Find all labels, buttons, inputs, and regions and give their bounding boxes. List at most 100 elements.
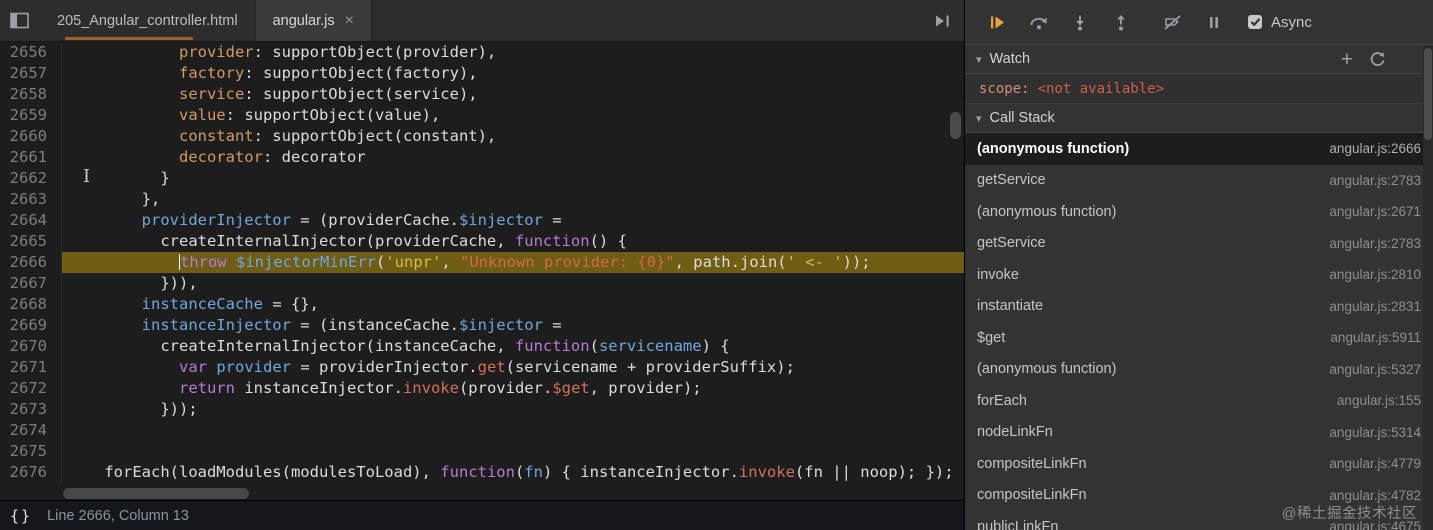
close-tab-icon[interactable]: × [345, 12, 354, 29]
pretty-print-button[interactable]: {} [10, 507, 32, 525]
code-line[interactable]: 2672 return instanceInjector.invoke(prov… [0, 378, 964, 399]
code-text[interactable]: service: supportObject(service), [62, 84, 964, 105]
code-line[interactable]: 2676 forEach(loadModules(modulesToLoad),… [0, 462, 964, 483]
call-stack-frame[interactable]: (anonymous function) angular.js:2666 [965, 133, 1433, 165]
frame-source-location[interactable]: angular.js:5314 [1329, 425, 1421, 440]
horizontal-scrollbar-thumb[interactable] [63, 488, 249, 499]
call-stack-frame[interactable]: forEach angular.js:155 [965, 385, 1433, 417]
line-number[interactable]: 2665 [0, 231, 62, 252]
line-number[interactable]: 2662 [0, 168, 62, 189]
code-text[interactable]: throw $injectorMinErr('unpr', "Unknown p… [62, 252, 964, 273]
code-line[interactable]: 2656 provider: supportObject(provider), [0, 42, 964, 63]
code-line[interactable]: 2663 }, [0, 189, 964, 210]
line-number[interactable]: 2670 [0, 336, 62, 357]
frame-source-location[interactable]: angular.js:2831 [1329, 299, 1421, 314]
frame-source-location[interactable]: angular.js:2666 [1329, 141, 1421, 156]
frame-source-location[interactable]: angular.js:4782 [1329, 488, 1421, 503]
tab-angular-js[interactable]: angular.js × [255, 0, 372, 41]
code-line[interactable]: 2668 instanceCache = {}, [0, 294, 964, 315]
frame-source-location[interactable]: angular.js:155 [1337, 393, 1421, 408]
code-text[interactable]: return instanceInjector.invoke(provider.… [62, 378, 964, 399]
deactivate-breakpoints-button[interactable] [1152, 7, 1193, 37]
code-line[interactable]: 2666 throw $injectorMinErr('unpr', "Unkn… [0, 252, 964, 273]
navigator-toggle-button[interactable] [0, 0, 40, 41]
line-number[interactable]: 2667 [0, 273, 62, 294]
line-number[interactable]: 2666 [0, 252, 62, 273]
line-number[interactable]: 2659 [0, 105, 62, 126]
frame-source-location[interactable]: angular.js:4779 [1329, 456, 1421, 471]
call-stack-frame[interactable]: instantiate angular.js:2831 [965, 291, 1433, 323]
code-line[interactable]: 2665 createInternalInjector(providerCach… [0, 231, 964, 252]
line-number[interactable]: 2656 [0, 42, 62, 63]
add-watch-expression-button[interactable]: + [1341, 49, 1353, 70]
code-text[interactable] [62, 420, 964, 441]
line-number[interactable]: 2664 [0, 210, 62, 231]
resume-button[interactable] [977, 7, 1018, 37]
watch-section-header[interactable]: ▾ Watch + [965, 45, 1433, 74]
code-text[interactable]: createInternalInjector(providerCache, fu… [62, 231, 964, 252]
line-number[interactable]: 2671 [0, 357, 62, 378]
code-line[interactable]: 2659 value: supportObject(value), [0, 105, 964, 126]
line-number[interactable]: 2674 [0, 420, 62, 441]
code-line[interactable]: 2664 providerInjector = (providerCache.$… [0, 210, 964, 231]
call-stack-frame[interactable]: invoke angular.js:2810 [965, 259, 1433, 291]
code-text[interactable]: var provider = providerInjector.get(serv… [62, 357, 964, 378]
code-text[interactable]: }, [62, 189, 964, 210]
async-checkbox[interactable] [1248, 15, 1262, 29]
step-out-button[interactable] [1100, 7, 1141, 37]
code-line[interactable]: 2662 } [0, 168, 964, 189]
code-text[interactable]: factory: supportObject(factory), [62, 63, 964, 84]
code-line[interactable]: 2675 [0, 441, 964, 462]
code-line[interactable]: 2657 factory: supportObject(factory), [0, 63, 964, 84]
code-text[interactable]: value: supportObject(value), [62, 105, 964, 126]
line-number[interactable]: 2675 [0, 441, 62, 462]
code-text[interactable]: })), [62, 273, 964, 294]
code-line[interactable]: 2669 instanceInjector = (instanceCache.$… [0, 315, 964, 336]
frame-source-location[interactable]: angular.js:5911 [1330, 330, 1421, 345]
frame-source-location[interactable]: angular.js:2783 [1329, 173, 1421, 188]
code-text[interactable]: provider: supportObject(provider), [62, 42, 964, 63]
frame-source-location[interactable]: angular.js:2671 [1329, 204, 1421, 219]
call-stack-frame[interactable]: getService angular.js:2783 [965, 165, 1433, 197]
code-text[interactable]: })); [62, 399, 964, 420]
code-line[interactable]: 2674 [0, 420, 964, 441]
code-text[interactable]: constant: supportObject(constant), [62, 126, 964, 147]
code-text[interactable] [62, 441, 964, 462]
call-stack-frame[interactable]: (anonymous function) angular.js:5327 [965, 354, 1433, 386]
step-into-button[interactable] [1059, 7, 1100, 37]
line-number[interactable]: 2663 [0, 189, 62, 210]
code-line[interactable]: 2671 var provider = providerInjector.get… [0, 357, 964, 378]
call-stack-frame[interactable]: nodeLinkFn angular.js:5314 [965, 417, 1433, 449]
watch-expression-row[interactable]: scope: <not available> [965, 74, 1433, 104]
code-editor[interactable]: 2656 provider: supportObject(provider), 2… [0, 42, 964, 500]
refresh-watch-button[interactable] [1369, 51, 1386, 68]
line-number[interactable]: 2657 [0, 63, 62, 84]
line-number[interactable]: 2660 [0, 126, 62, 147]
panel-scrollbar-thumb[interactable] [1424, 48, 1432, 140]
call-stack-frame[interactable]: (anonymous function) angular.js:2671 [965, 196, 1433, 228]
code-text[interactable]: } [62, 168, 964, 189]
code-line[interactable]: 2660 constant: supportObject(constant), [0, 126, 964, 147]
frame-source-location[interactable]: angular.js:2810 [1329, 267, 1421, 282]
code-text[interactable]: instanceCache = {}, [62, 294, 964, 315]
line-number[interactable]: 2676 [0, 462, 62, 483]
code-text[interactable]: instanceInjector = (instanceCache.$injec… [62, 315, 964, 336]
line-number[interactable]: 2673 [0, 399, 62, 420]
code-line[interactable]: 2658 service: supportObject(service), [0, 84, 964, 105]
code-text[interactable]: forEach(loadModules(modulesToLoad), func… [62, 462, 964, 483]
step-over-button[interactable] [1018, 7, 1059, 37]
line-number[interactable]: 2661 [0, 147, 62, 168]
code-text[interactable]: decorator: decorator [62, 147, 964, 168]
line-number[interactable]: 2658 [0, 84, 62, 105]
frame-source-location[interactable]: angular.js:5327 [1329, 362, 1421, 377]
line-number[interactable]: 2668 [0, 294, 62, 315]
line-number[interactable]: 2669 [0, 315, 62, 336]
code-text[interactable]: providerInjector = (providerCache.$injec… [62, 210, 964, 231]
panel-scrollbar[interactable] [1423, 45, 1433, 530]
call-stack-frame[interactable]: $get angular.js:5911 [965, 322, 1433, 354]
code-line[interactable]: 2670 createInternalInjector(instanceCach… [0, 336, 964, 357]
vertical-scrollbar-thumb[interactable] [950, 112, 961, 139]
async-toggle[interactable]: Async [1248, 14, 1312, 31]
call-stack-frame[interactable]: getService angular.js:2783 [965, 228, 1433, 260]
frame-source-location[interactable]: angular.js:2783 [1329, 236, 1421, 251]
